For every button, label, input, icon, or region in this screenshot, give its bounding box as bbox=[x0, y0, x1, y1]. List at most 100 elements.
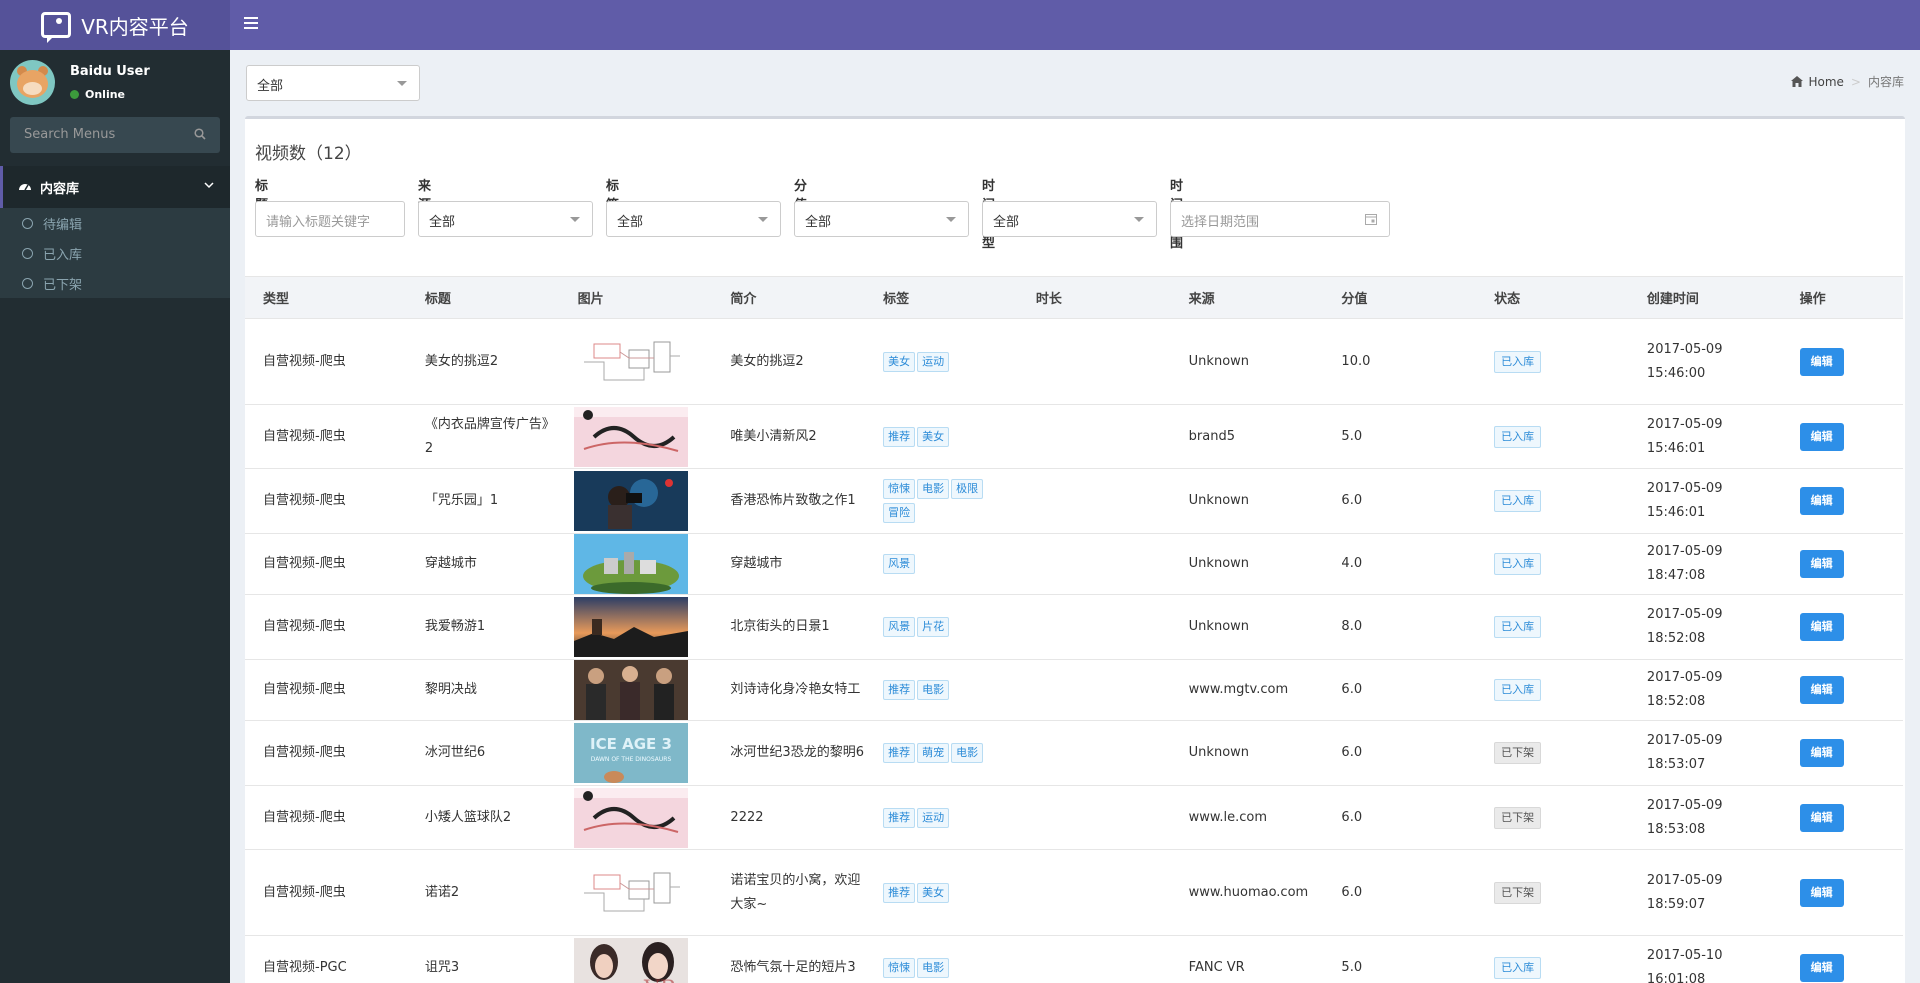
time-type-select[interactable]: 全部 bbox=[982, 201, 1157, 237]
table-row[interactable]: 自营视频-爬虫 冰河世纪6 ICE AGE 3 DAWN OF THE DINOSAU… bbox=[245, 720, 1903, 786]
filter-source: 来源 全部 bbox=[418, 175, 593, 237]
cell-duration bbox=[1017, 720, 1171, 786]
sidebar-item-content-library[interactable]: 内容库 bbox=[0, 166, 230, 208]
video-thumbnail-image[interactable] bbox=[573, 331, 688, 392]
table-row[interactable]: 自营视频-爬虫 穿越城市 穿越城市 风景 Unknown 4.0 已入库 2017-05-09… bbox=[245, 533, 1903, 595]
column-header[interactable]: 状态 bbox=[1476, 276, 1629, 319]
cell-duration bbox=[1017, 659, 1171, 721]
table-row[interactable]: 自营视频-爬虫 「咒乐园」1 香港恐怖片致敬之作1 惊悚 电影 极限冒险 Unknown 6.… bbox=[245, 468, 1903, 534]
column-header[interactable]: 类型 bbox=[245, 276, 407, 319]
cell-created: 2017-05-09 18:53:07 bbox=[1628, 720, 1782, 786]
column-header[interactable]: 操作 bbox=[1781, 276, 1903, 319]
circle-icon bbox=[22, 277, 33, 289]
edit-button[interactable]: 编辑 bbox=[1799, 613, 1844, 641]
table-row[interactable]: 自营视频-爬虫 诺诺2 诺诺宝贝的小窝，欢迎大家~ 推荐 美女 www.huomao.co… bbox=[245, 849, 1903, 936]
search-menus-input[interactable]: Search Menus bbox=[10, 117, 220, 153]
breadcrumb-home[interactable]: Home bbox=[1791, 75, 1844, 89]
cell-image: VR bbox=[559, 935, 713, 983]
edit-button[interactable]: 编辑 bbox=[1799, 954, 1844, 982]
cell-title: 穿越城市 bbox=[406, 533, 560, 595]
table-row[interactable]: 自营视频-爬虫 黎明决战 刘诗诗化身冷艳女特工 推荐 电影 www.mgtv.com 6.0… bbox=[245, 659, 1903, 721]
table-row[interactable]: 自营视频-爬虫 我爱畅游1 北京街头的日景1 风景 片花 Unknown 8.0 已入库 201… bbox=[245, 594, 1903, 660]
title-search-input[interactable]: 请输入标题关键字 bbox=[255, 201, 405, 237]
date-range-input[interactable]: 选择日期范围 bbox=[1170, 201, 1390, 237]
menu-toggle-icon[interactable] bbox=[244, 17, 258, 31]
tag-badge: 电影 bbox=[917, 958, 950, 978]
video-thumbnail-image[interactable]: ICE AGE 3 DAWN OF THE DINOSAURS bbox=[573, 723, 688, 783]
cell-created: 2017-05-09 18:52:08 bbox=[1628, 594, 1782, 660]
column-header[interactable]: 来源 bbox=[1170, 276, 1324, 319]
cell-duration bbox=[1017, 533, 1171, 595]
cell-status: 已入库 bbox=[1476, 468, 1629, 534]
table-row[interactable]: 自营视频-爬虫 美女的挑逗2 美女的挑逗2 美女 运动 Unknown 10.0 已入库 201… bbox=[245, 318, 1903, 405]
sidebar-item-stored[interactable]: 已入库 bbox=[0, 238, 230, 268]
user-status: Online bbox=[70, 88, 125, 101]
cell-source: FANC VR bbox=[1170, 935, 1324, 983]
tag-select[interactable]: 全部 bbox=[606, 201, 781, 237]
tag-badge: 萌宠 bbox=[917, 743, 950, 763]
cell-source: brand5 bbox=[1170, 404, 1324, 469]
cell-actions: 编辑 bbox=[1781, 935, 1903, 983]
column-header[interactable]: 标题 bbox=[406, 276, 560, 319]
status-badge: 已入库 bbox=[1494, 350, 1542, 373]
svg-text:VR: VR bbox=[643, 977, 678, 983]
filter-time-type: 时间类型 全部 bbox=[982, 175, 1157, 251]
chevron-down-icon bbox=[204, 182, 214, 189]
column-header[interactable]: 分值 bbox=[1323, 276, 1477, 319]
table-row[interactable]: 自营视频-PGC诅咒3VR恐怖气氛十足的短片3惊悚电影FANC VR5.0已入库… bbox=[245, 935, 1903, 983]
edit-button[interactable]: 编辑 bbox=[1799, 739, 1844, 767]
cell-source: www.le.com bbox=[1170, 785, 1324, 850]
table-row[interactable]: 自营视频-爬虫 《内衣品牌宣传广告》2 唯美小清新风2 推荐 美女 brand5 5.0 已入… bbox=[245, 404, 1903, 469]
category-select[interactable]: 全部 bbox=[246, 65, 420, 101]
cell-image bbox=[559, 468, 713, 534]
cell-created: 2017-05-09 15:46:01 bbox=[1628, 404, 1782, 469]
user-panel: Baidu User Online bbox=[0, 50, 230, 116]
cell-score: 6.0 bbox=[1323, 785, 1477, 850]
edit-button[interactable]: 编辑 bbox=[1799, 676, 1844, 704]
time-type-select-value: 全部 bbox=[993, 215, 1020, 230]
cell-score: 10.0 bbox=[1323, 318, 1477, 405]
calendar-icon[interactable] bbox=[1365, 213, 1377, 225]
cell-duration bbox=[1017, 935, 1171, 983]
sidebar-item-removed[interactable]: 已下架 bbox=[0, 268, 230, 298]
table-row[interactable]: 自营视频-爬虫 小矮人篮球队2 2222 推荐 运动 www.le.com 6.0 已下架 20… bbox=[245, 785, 1903, 850]
score-select[interactable]: 全部 bbox=[794, 201, 969, 237]
edit-button[interactable]: 编辑 bbox=[1799, 347, 1844, 376]
filter-source-label: 来源 bbox=[418, 179, 432, 213]
video-thumbnail-image[interactable]: VR bbox=[573, 938, 688, 983]
app-brand[interactable]: VR内容平台 bbox=[0, 0, 230, 50]
cell-type: 自营视频-爬虫 bbox=[245, 785, 407, 850]
video-thumbnail-image[interactable] bbox=[573, 471, 688, 531]
caret-down-icon bbox=[1134, 217, 1144, 222]
video-thumbnail-image[interactable] bbox=[573, 862, 688, 923]
column-header[interactable]: 标签 bbox=[865, 276, 1018, 319]
edit-button[interactable]: 编辑 bbox=[1799, 878, 1844, 907]
cell-score: 6.0 bbox=[1323, 468, 1477, 534]
column-header[interactable]: 图片 bbox=[559, 276, 713, 319]
column-header[interactable]: 时长 bbox=[1017, 276, 1171, 319]
sidebar-item-pending[interactable]: 待编辑 bbox=[0, 208, 230, 238]
circle-icon bbox=[22, 247, 33, 259]
cell-created: 2017-05-09 18:52:08 bbox=[1628, 659, 1782, 721]
tag-badge: 电影 bbox=[951, 743, 984, 763]
status-badge: 已下架 bbox=[1494, 806, 1542, 829]
tag-badge: 电影 bbox=[917, 680, 950, 700]
column-header[interactable]: 创建时间 bbox=[1628, 276, 1782, 319]
column-header[interactable]: 简介 bbox=[712, 276, 866, 319]
search-icon[interactable] bbox=[194, 128, 206, 140]
video-thumbnail-image[interactable] bbox=[573, 597, 688, 657]
video-thumbnail-image[interactable] bbox=[573, 787, 688, 848]
edit-button[interactable]: 编辑 bbox=[1799, 803, 1844, 832]
video-thumbnail-image[interactable] bbox=[573, 534, 688, 594]
tag-badge: 运动 bbox=[917, 351, 950, 372]
filter-time-range: 时间范围 选择日期范围 bbox=[1170, 175, 1390, 251]
edit-button[interactable]: 编辑 bbox=[1799, 422, 1844, 451]
video-thumbnail-image[interactable] bbox=[573, 406, 688, 467]
edit-button[interactable]: 编辑 bbox=[1799, 487, 1844, 515]
cell-type: 自营视频-爬虫 bbox=[245, 594, 407, 660]
edit-button[interactable]: 编辑 bbox=[1799, 550, 1844, 578]
source-select[interactable]: 全部 bbox=[418, 201, 593, 237]
cell-intro: 北京街头的日景1 bbox=[712, 594, 866, 660]
video-thumbnail-image[interactable] bbox=[573, 660, 688, 720]
cell-title: 诺诺2 bbox=[406, 849, 560, 936]
